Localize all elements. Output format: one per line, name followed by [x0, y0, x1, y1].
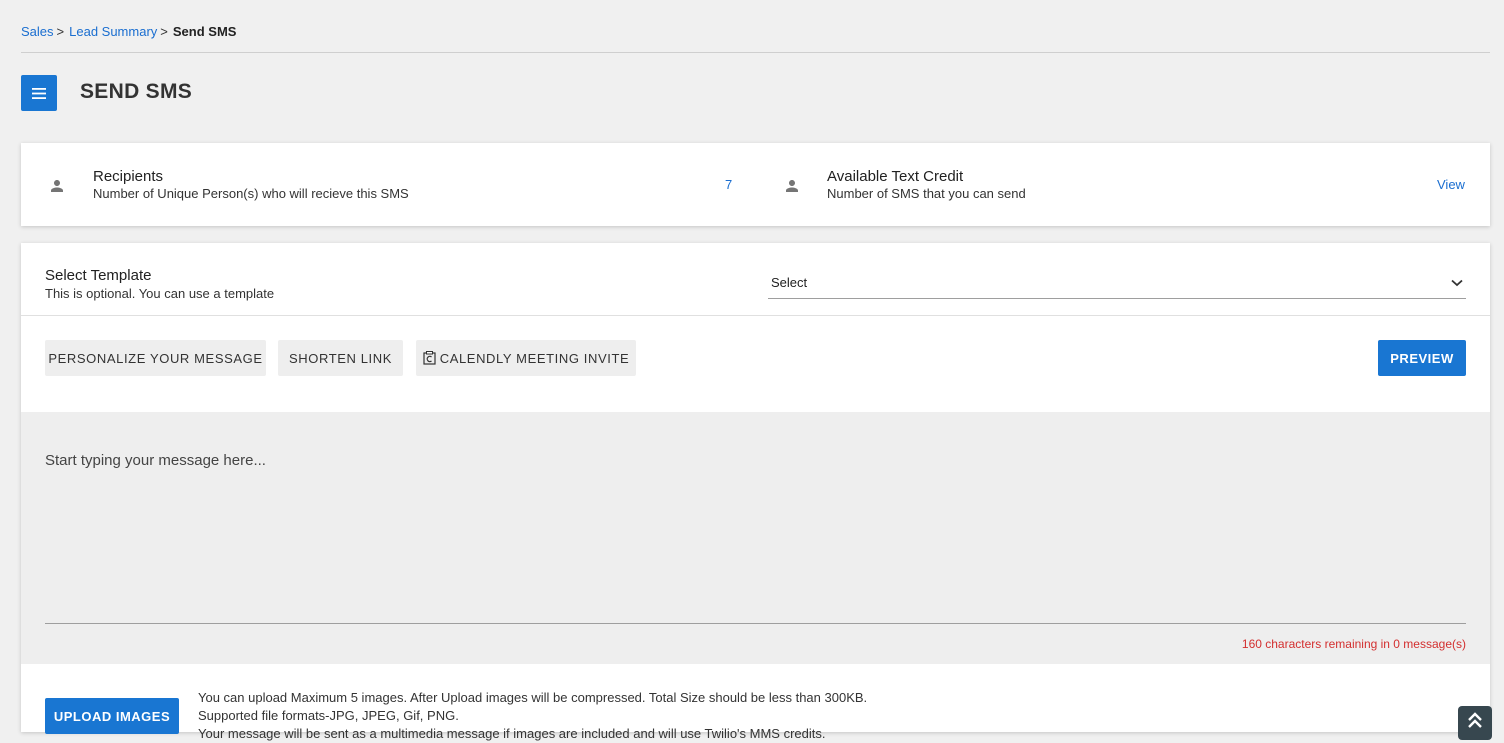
- breadcrumb-current: Send SMS: [172, 24, 237, 39]
- message-textarea[interactable]: Start typing your message here... 160 ch…: [21, 412, 1490, 664]
- scroll-to-top-button[interactable]: [1458, 706, 1492, 740]
- credit-title: Available Text Credit: [827, 168, 964, 185]
- breadcrumb-sales-link[interactable]: Sales: [21, 24, 54, 39]
- upload-instructions: You can upload Maximum 5 images. After U…: [198, 689, 867, 743]
- chevron-down-icon: [1451, 279, 1463, 286]
- recipients-title: Recipients: [93, 168, 164, 185]
- breadcrumb-lead-summary-link[interactable]: Lead Summary: [69, 24, 157, 39]
- person-icon: [51, 180, 63, 192]
- view-credit-link[interactable]: View: [1437, 177, 1465, 192]
- template-label: Select Template: [45, 267, 152, 284]
- credit-subtitle: Number of SMS that you can send: [827, 186, 1026, 201]
- message-underline: [45, 623, 1466, 624]
- personalize-message-button[interactable]: PERSONALIZE YOUR MESSAGE: [45, 340, 266, 376]
- page-title: SEND SMS: [80, 80, 193, 103]
- person-icon: [786, 180, 798, 192]
- message-placeholder: Start typing your message here...: [45, 452, 266, 469]
- upload-note-line: Supported file formats-JPG, JPEG, Gif, P…: [198, 708, 459, 723]
- characters-remaining: 160 characters remaining in 0 message(s): [1241, 637, 1466, 651]
- breadcrumb: Sales > Lead Summary > Send SMS: [21, 24, 236, 39]
- shorten-link-button[interactable]: SHORTEN LINK: [278, 340, 403, 376]
- divider: [21, 315, 1490, 316]
- upload-note-line: You can upload Maximum 5 images. After U…: [198, 690, 868, 705]
- upload-note-line: Your message will be sent as a multimedi…: [198, 726, 826, 741]
- breadcrumb-separator: >: [56, 24, 65, 39]
- recipients-subtitle: Number of Unique Person(s) who will reci…: [93, 186, 409, 201]
- upload-images-button[interactable]: UPLOAD IMAGES: [45, 698, 179, 734]
- template-select[interactable]: Select: [768, 267, 1466, 299]
- hamburger-menu-icon: [32, 87, 46, 99]
- breadcrumb-separator: >: [160, 24, 168, 39]
- calendly-icon: [423, 351, 436, 365]
- recipients-count: 7: [725, 177, 733, 192]
- calendly-invite-label: CALENDLY MEETING INVITE: [439, 350, 630, 366]
- compose-card: Select Template This is optional. You ca…: [21, 243, 1490, 741]
- header-divider: [21, 52, 1490, 53]
- preview-button[interactable]: PREVIEW: [1378, 340, 1466, 376]
- menu-button[interactable]: [21, 75, 57, 111]
- calendly-invite-button[interactable]: CALENDLY MEETING INVITE: [416, 340, 636, 376]
- template-select-value: Select: [771, 275, 808, 290]
- double-chevron-up-icon: [1468, 712, 1482, 728]
- template-hint: This is optional. You can use a template: [45, 286, 275, 301]
- sms-summary-card: Recipients Number of Unique Person(s) wh…: [21, 143, 1490, 226]
